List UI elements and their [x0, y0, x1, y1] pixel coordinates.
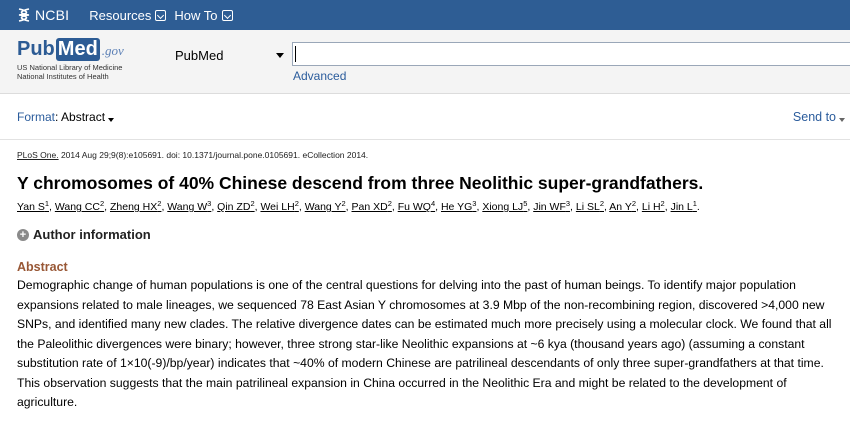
- database-select[interactable]: PubMed: [172, 44, 288, 66]
- abstract-text: Demographic change of human populations …: [17, 278, 832, 409]
- author-name: Wang CC: [54, 201, 100, 213]
- author-name: Li H: [641, 201, 661, 213]
- citation-line: PLoS One. 2014 Aug 29;9(8):e105691. doi:…: [17, 150, 368, 160]
- author-link[interactable]: Xiong LJ5: [482, 199, 528, 213]
- dropdown-caret-icon: [276, 53, 284, 58]
- author-name: Yan S: [17, 201, 45, 213]
- dropdown-caret-icon: [839, 118, 845, 122]
- send-to-label: Send to: [792, 110, 836, 124]
- ncbi-helix-icon: [18, 8, 30, 22]
- author-link[interactable]: Jin L1: [670, 199, 697, 213]
- author-affiliation-number: 1: [692, 199, 697, 208]
- author-name: Li SL: [575, 201, 600, 213]
- author-affiliation-number: 2: [599, 199, 604, 208]
- author-affiliation-number: 1: [44, 199, 49, 208]
- author-name: An Y: [609, 201, 632, 213]
- expand-plus-icon: +: [17, 228, 29, 241]
- author-affiliation-number: 2: [631, 199, 637, 208]
- author-link[interactable]: Li SL2: [575, 199, 604, 213]
- author-affiliation-number: 2: [387, 199, 392, 208]
- author-information-label: Author information: [33, 227, 151, 242]
- chevron-down-icon: [155, 9, 167, 21]
- author-link[interactable]: Jin WF3: [533, 199, 571, 213]
- author-affiliation-number: 2: [157, 199, 162, 208]
- author-name: Zheng HX: [109, 201, 158, 213]
- author-name: Wang W: [167, 201, 208, 213]
- citation-details: 2014 Aug 29;9(8):e105691. doi: 10.1371/j…: [58, 150, 369, 160]
- author-name: Qin ZD: [217, 201, 251, 213]
- author-list: Yan S1, Wang CC2, Zheng HX2, Wang W3, Qi…: [17, 199, 700, 213]
- journal-link[interactable]: PLoS One.: [17, 150, 59, 160]
- resources-label: Resources: [89, 7, 152, 23]
- author-affiliation-number: 2: [294, 199, 299, 208]
- author-link[interactable]: Pan XD2: [351, 199, 392, 213]
- author-link[interactable]: He YG3: [440, 199, 477, 213]
- author-affiliation-number: 2: [250, 199, 255, 208]
- author-affiliation-number: 2: [660, 199, 665, 208]
- database-select-value: PubMed: [175, 47, 224, 63]
- author-name: Jin WF: [533, 201, 566, 213]
- search-input[interactable]: [292, 42, 850, 66]
- author-name: Jin L: [670, 201, 693, 213]
- author-affiliation-number: 3: [207, 199, 212, 208]
- abstract-heading: Abstract: [17, 260, 68, 274]
- format-dropdown[interactable]: Format: Abstract: [17, 110, 115, 124]
- pubmed-logo-subtitle: US National Library of Medicine National…: [17, 63, 123, 81]
- how-to-label: How To: [174, 7, 218, 23]
- author-affiliation-number: 2: [341, 199, 346, 208]
- author-name: Fu WQ: [397, 201, 431, 213]
- author-affiliation-number: 3: [565, 199, 571, 208]
- author-name: He YG: [440, 201, 473, 213]
- author-link[interactable]: An Y2: [609, 199, 637, 213]
- format-label: Format: [17, 110, 56, 124]
- author-link[interactable]: Wang CC2: [54, 199, 105, 213]
- author-link[interactable]: Qin ZD2: [217, 199, 255, 213]
- author-name: Wang Y: [304, 201, 342, 213]
- ncbi-logo-text: NCBI: [35, 7, 70, 23]
- author-name: Pan XD: [351, 201, 388, 213]
- pubmed-med-box: Med: [55, 38, 100, 61]
- author-link[interactable]: Wang Y2: [304, 199, 346, 213]
- author-link[interactable]: Wang W3: [167, 199, 212, 213]
- ncbi-top-bar: NCBI Resources How To: [0, 0, 850, 30]
- author-affiliation-number: 4: [430, 199, 436, 208]
- author-name: Wei LH: [260, 201, 295, 213]
- how-to-menu[interactable]: How To: [174, 7, 233, 23]
- pubmed-logo[interactable]: Pub Med .gov US National Library of Medici…: [17, 38, 124, 81]
- dropdown-caret-icon: [108, 118, 115, 122]
- author-link[interactable]: Yan S1: [17, 199, 49, 213]
- send-to-button[interactable]: Send to: [793, 110, 845, 124]
- pubmed-wordmark: Pub Med .gov: [17, 38, 124, 61]
- author-link[interactable]: Wei LH2: [260, 199, 299, 213]
- article-title: Y chromosomes of 40% Chinese descend fro…: [17, 173, 704, 193]
- author-affiliation-number: 2: [99, 199, 105, 208]
- author-link[interactable]: Li H2: [641, 199, 665, 213]
- author-affiliation-number: 5: [523, 199, 528, 208]
- ncbi-logo[interactable]: NCBI: [17, 7, 69, 23]
- author-link[interactable]: Zheng HX2: [109, 199, 162, 213]
- advanced-search-link[interactable]: Advanced: [293, 69, 346, 83]
- author-name: Xiong LJ: [482, 201, 524, 213]
- chevron-down-icon: [221, 9, 233, 21]
- author-information-toggle[interactable]: + Author information: [17, 227, 151, 242]
- resources-menu[interactable]: Resources: [89, 7, 167, 23]
- text-cursor: [295, 46, 296, 62]
- format-value: Abstract: [61, 110, 106, 124]
- search-header: Pub Med .gov US National Library of Medici…: [0, 30, 850, 94]
- format-bar: Format: Abstract Send to: [0, 94, 850, 140]
- author-link[interactable]: Fu WQ4: [397, 199, 436, 213]
- author-affiliation-number: 3: [472, 199, 477, 208]
